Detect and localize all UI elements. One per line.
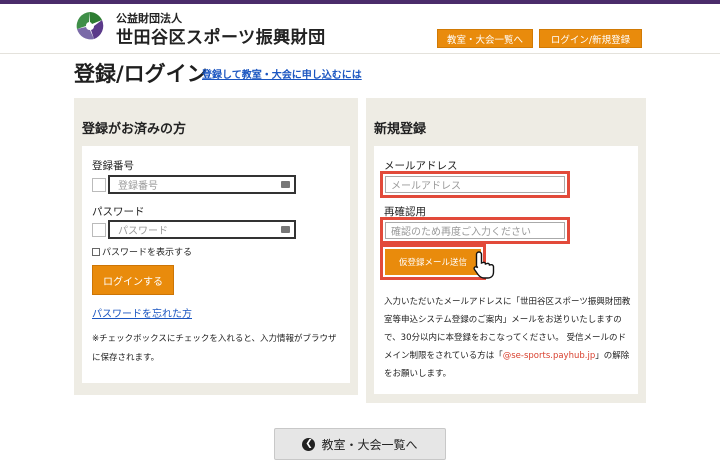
- show-password-toggle[interactable]: パスワードを表示する: [92, 245, 192, 258]
- save-id-checkbox[interactable]: [92, 178, 106, 192]
- save-password-checkbox[interactable]: [92, 223, 106, 237]
- confirm-email-highlight: 確認のため再度ご入力ください: [380, 217, 570, 244]
- nav-login-button[interactable]: ログイン/新規登録: [539, 29, 642, 48]
- back-to-classes-button[interactable]: ❮ 教室・大会一覧へ: [274, 428, 446, 460]
- checkbox-note: ※チェックボックスにチェックを入れると、入力情報がブラウザに保存されます。: [92, 334, 337, 363]
- org-name: 世田谷区スポーツ振興財団: [116, 28, 326, 48]
- login-panel-heading: 登録がお済みの方: [82, 122, 187, 137]
- show-password-checkbox[interactable]: [92, 247, 100, 256]
- top-accent-bar: [0, 0, 720, 4]
- help-link[interactable]: 登録して教室・大会に申し込むには: [202, 66, 362, 81]
- register-form: メールアドレス メールアドレス 再確認用 確認のため再度ご入力ください 仮登録メ…: [374, 146, 638, 394]
- forgot-password-link[interactable]: パスワードを忘れた方: [92, 305, 192, 320]
- password-label: パスワード: [92, 206, 145, 218]
- password-input[interactable]: パスワード: [108, 220, 296, 239]
- keyboard-icon: [281, 181, 290, 188]
- nav-classes-button[interactable]: 教室・大会一覧へ: [437, 29, 533, 48]
- id-label: 登録番号: [92, 160, 134, 172]
- hand-pointer-icon: [473, 251, 495, 279]
- confirm-email-placeholder: 確認のため再度ご入力ください: [391, 227, 531, 238]
- login-form: 登録番号 登録番号 パスワード パスワード パスワードを表示する ログインする …: [82, 146, 350, 383]
- id-input-placeholder: 登録番号: [118, 181, 158, 192]
- email-input-placeholder: メールアドレス: [391, 181, 461, 192]
- show-password-label: パスワードを表示する: [102, 248, 193, 258]
- login-panel: 登録がお済みの方 登録番号 登録番号 パスワード パスワード パスワードを表示す…: [74, 98, 358, 395]
- back-button-label: 教室・大会一覧へ: [321, 437, 418, 452]
- confirm-email-input[interactable]: 確認のため再度ご入力ください: [385, 222, 565, 239]
- register-panel: 新規登録 メールアドレス メールアドレス 再確認用 確認のため再度ご入力ください…: [366, 98, 646, 403]
- foundation-logo-icon: [76, 12, 104, 40]
- registration-info-text: 入力いただいたメールアドレスに「世田谷区スポーツ振興財団教室等申込システム登録の…: [384, 293, 634, 383]
- keyboard-icon: [281, 226, 290, 233]
- register-panel-heading: 新規登録: [374, 122, 427, 137]
- page-title: 登録/ログイン: [74, 62, 208, 86]
- header-divider: [0, 53, 720, 54]
- info-domain: @se-sports.payhub.jp: [502, 351, 596, 361]
- id-input[interactable]: 登録番号: [108, 175, 296, 194]
- send-button-highlight: 仮登録メール送信: [380, 244, 486, 280]
- chevron-left-circle-icon: ❮: [302, 437, 316, 451]
- login-button[interactable]: ログインする: [92, 265, 174, 295]
- password-input-placeholder: パスワード: [118, 226, 168, 237]
- email-input[interactable]: メールアドレス: [385, 176, 565, 193]
- email-field-highlight: メールアドレス: [380, 171, 570, 198]
- send-temp-registration-button[interactable]: 仮登録メール送信: [385, 249, 481, 275]
